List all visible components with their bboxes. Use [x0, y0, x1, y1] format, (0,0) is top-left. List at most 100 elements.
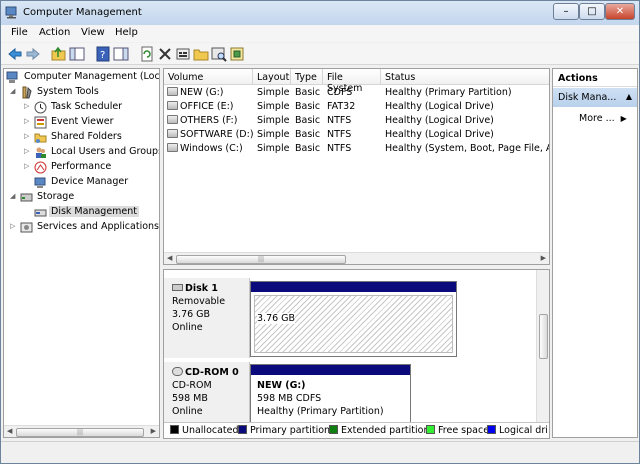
computer-management-window: Computer Management – □ ✕ File Action Vi…	[0, 0, 640, 464]
menu-file[interactable]: File	[11, 27, 28, 38]
disk-view-vertical-scrollbar[interactable]	[536, 270, 549, 438]
removable-disk-icon	[172, 284, 183, 291]
expand-arrow-icon[interactable]: ▷	[24, 132, 32, 142]
minimize-button[interactable]: –	[553, 3, 579, 20]
tree-item-task-scheduler[interactable]: ▷ Task Scheduler	[24, 100, 159, 115]
back-arrow-icon[interactable]	[7, 46, 23, 62]
drive-icon	[167, 115, 178, 124]
tree-horizontal-scrollbar[interactable]: ◀ ||| ▶	[4, 425, 159, 437]
tree-item-event-viewer[interactable]: ▷ Event Viewer	[24, 115, 159, 130]
tree-item-local-users-and-groups[interactable]: ▷ Local Users and Groups	[24, 145, 159, 160]
refresh-icon[interactable]	[139, 46, 155, 62]
scrollbar-thumb[interactable]: |||	[16, 428, 144, 437]
device-manager-icon	[34, 176, 47, 189]
tree-item-disk-management[interactable]: Disk Management	[24, 205, 159, 220]
column-header-status[interactable]: Status	[381, 69, 549, 85]
cd-rom-icon	[172, 367, 183, 376]
tree-item-computer-management[interactable]: Computer Management (Local	[6, 70, 159, 85]
search-icon[interactable]	[211, 46, 227, 62]
toolbar: ?	[1, 43, 639, 65]
navigation-tree: Computer Management (Local ◢ System Tool…	[3, 68, 160, 438]
svg-text:?: ?	[100, 50, 105, 61]
column-header-volume[interactable]: Volume	[164, 69, 253, 85]
computer-management-icon	[5, 6, 17, 19]
drive-icon	[167, 129, 178, 138]
show-hide-tree-icon[interactable]	[69, 46, 85, 62]
cdrom-0-partition[interactable]: NEW (G:) 598 MB CDFS Healthy (Primary Pa…	[250, 364, 411, 424]
status-bar	[1, 441, 639, 463]
partition-hatch	[254, 295, 453, 353]
storage-icon	[20, 191, 33, 204]
scroll-right-arrow-icon[interactable]: ▶	[151, 427, 156, 435]
free-space-swatch	[426, 425, 435, 434]
volume-list-horizontal-scrollbar[interactable]: ◀ ||| ▶	[164, 252, 549, 264]
volume-list: Volume Layout Type File System Status NE…	[163, 68, 550, 265]
disk-1-partition[interactable]: 3.76 GB	[250, 281, 457, 357]
maximize-button[interactable]: □	[579, 3, 605, 20]
system-tools-icon	[20, 86, 33, 99]
partition-color-bar	[251, 365, 410, 375]
tree-item-shared-folders[interactable]: ▷ Shared Folders	[24, 130, 159, 145]
scroll-left-arrow-icon[interactable]: ◀	[7, 427, 12, 435]
expand-arrow-icon[interactable]: ▷	[24, 102, 32, 112]
collapse-up-arrow-icon[interactable]: ▲	[626, 92, 632, 101]
collapse-arrow-icon[interactable]: ◢	[10, 87, 18, 97]
expand-arrow-icon[interactable]: ▷	[24, 147, 32, 157]
tree-item-performance[interactable]: ▷ Performance	[24, 160, 159, 175]
expand-arrow-icon[interactable]: ▷	[24, 162, 32, 172]
partition-legend: Unallocated Primary partition Extended p…	[164, 422, 549, 438]
partition-color-bar	[251, 282, 456, 292]
collapse-arrow-icon[interactable]: ◢	[10, 192, 18, 202]
forward-arrow-icon[interactable]	[25, 46, 41, 62]
event-viewer-icon	[34, 116, 47, 129]
menu-view[interactable]: View	[81, 27, 105, 38]
window-title: Computer Management	[23, 7, 142, 18]
column-header-file-system[interactable]: File System	[323, 69, 381, 94]
expand-arrow-icon[interactable]: ▷	[24, 117, 32, 127]
tree-item-services-and-applications[interactable]: ▷ Services and Applications	[10, 220, 159, 235]
scrollbar-thumb[interactable]	[539, 314, 548, 359]
logical-drive-swatch	[487, 425, 496, 434]
clock-icon	[34, 101, 47, 114]
tree-item-device-manager[interactable]: Device Manager	[24, 175, 159, 190]
drive-icon	[167, 143, 178, 152]
properties-icon[interactable]	[175, 46, 191, 62]
show-hide-action-pane-icon[interactable]	[113, 46, 129, 62]
actions-header: Actions	[553, 69, 637, 87]
scroll-right-arrow-icon[interactable]: ▶	[541, 254, 546, 262]
actions-pane: Actions Disk Mana... ▲ More ... ▶	[552, 68, 638, 438]
scroll-left-arrow-icon[interactable]: ◀	[167, 254, 172, 262]
wizard-icon[interactable]	[229, 46, 245, 62]
unallocated-swatch	[170, 425, 179, 434]
menu-help[interactable]: Help	[115, 27, 138, 38]
more-actions-link[interactable]: More ... ▶	[579, 113, 627, 124]
computer-management-icon	[6, 71, 19, 84]
drive-icon	[167, 101, 178, 110]
primary-partition-swatch	[238, 425, 247, 434]
optical-drive-icon	[167, 87, 178, 96]
menu-action[interactable]: Action	[39, 27, 70, 38]
tree-item-storage[interactable]: ◢ Storage	[10, 190, 159, 205]
column-header-type[interactable]: Type	[291, 69, 323, 85]
up-folder-icon[interactable]	[51, 46, 67, 62]
disk-1-info[interactable]: Disk 1 Removable 3.76 GB Online	[164, 278, 250, 358]
expand-arrow-icon[interactable]: ▷	[10, 222, 18, 232]
scrollbar-thumb[interactable]: |||	[176, 255, 346, 264]
users-icon	[34, 146, 47, 159]
help-icon[interactable]: ?	[95, 46, 111, 62]
disk-graphical-view: Disk 1 Removable 3.76 GB Online 3.76 GB …	[163, 269, 550, 439]
menu-bar: File Action View Help	[1, 25, 639, 42]
performance-icon	[34, 161, 47, 174]
services-icon	[20, 221, 33, 234]
close-button[interactable]: ✕	[605, 3, 635, 20]
cdrom-0-info[interactable]: CD-ROM 0 CD-ROM 598 MB Online	[164, 362, 250, 424]
open-folder-icon[interactable]	[193, 46, 209, 62]
title-bar[interactable]: Computer Management – □ ✕	[1, 1, 639, 25]
extended-partition-swatch	[329, 425, 338, 434]
delete-icon[interactable]	[157, 46, 173, 62]
actions-section-disk-management[interactable]: Disk Mana... ▲	[553, 88, 637, 107]
disk-management-icon	[34, 206, 47, 219]
tree-item-system-tools[interactable]: ◢ System Tools	[10, 85, 159, 100]
submenu-arrow-icon: ▶	[620, 114, 627, 123]
column-header-layout[interactable]: Layout	[253, 69, 291, 85]
